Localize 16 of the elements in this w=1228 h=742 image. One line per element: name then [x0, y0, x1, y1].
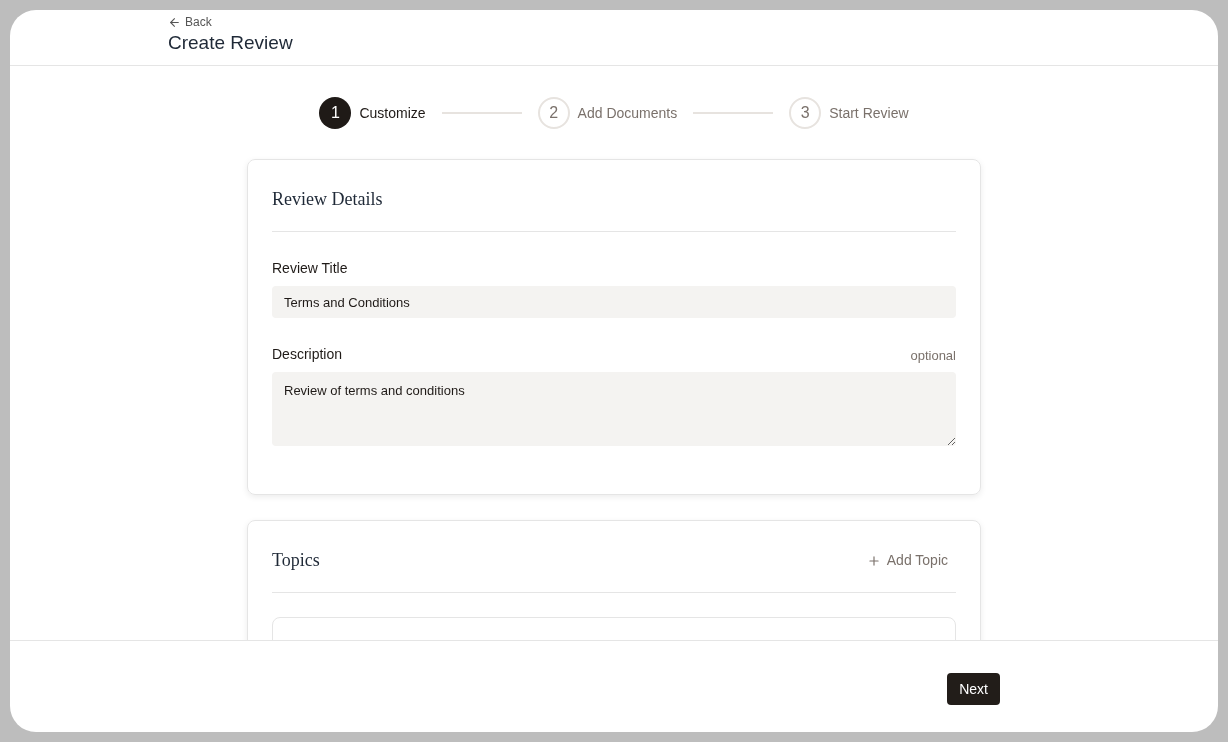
- back-link[interactable]: Back: [168, 13, 212, 32]
- optional-hint: optional: [910, 346, 956, 365]
- plus-icon: [866, 553, 881, 568]
- section-heading: Topics: [272, 549, 320, 572]
- field-label: Review Title: [272, 259, 348, 278]
- title-field[interactable]: Terms and Conditions: [272, 286, 956, 318]
- step[interactable]: 1 Customize: [319, 97, 426, 129]
- section-heading: Review Details: [272, 188, 383, 211]
- page-title: Create Review: [168, 31, 293, 55]
- field-label: Description: [272, 345, 343, 364]
- description-field[interactable]: Review of terms and conditions: [272, 372, 956, 446]
- back-arrow-icon: [168, 15, 181, 29]
- step[interactable]: 2 Add Documents: [537, 97, 678, 129]
- add-topic-button[interactable]: Add Topic: [866, 550, 948, 571]
- step[interactable]: 3 Start Review: [789, 97, 909, 129]
- next-button[interactable]: Next: [947, 673, 1000, 705]
